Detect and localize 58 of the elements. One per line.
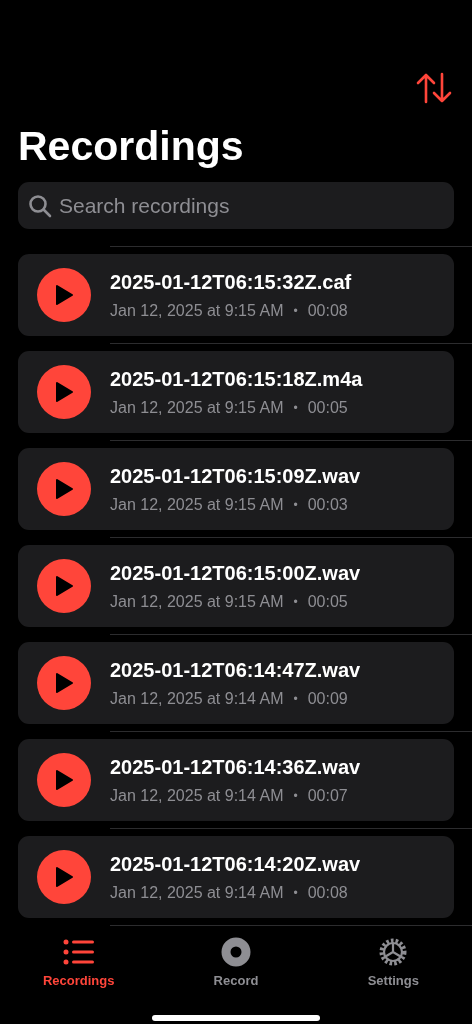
sort-icon[interactable]: [416, 72, 452, 104]
play-button[interactable]: [37, 268, 91, 322]
separator-dot: •: [293, 787, 298, 805]
recording-card[interactable]: 2025-01-12T06:15:00Z.wav Jan 12, 2025 at 9:15 AM • 00:05: [18, 545, 454, 627]
separator-dot: •: [293, 884, 298, 902]
recording-date: Jan 12, 2025 at 9:15 AM: [110, 300, 284, 321]
recording-duration: 00:03: [307, 494, 348, 515]
play-icon: [54, 478, 74, 500]
recording-duration: 00:05: [307, 397, 348, 418]
separator-dot: •: [293, 690, 298, 708]
recording-name: 2025-01-12T06:15:09Z.wav: [110, 463, 361, 488]
separator-dot: •: [293, 399, 298, 417]
play-button[interactable]: [37, 365, 91, 419]
recording-date: Jan 12, 2025 at 9:15 AM: [110, 397, 284, 418]
play-button[interactable]: [37, 753, 91, 807]
recording-date: Jan 12, 2025 at 9:15 AM: [110, 591, 284, 612]
play-icon: [54, 575, 74, 597]
play-icon: [54, 866, 74, 888]
recording-card[interactable]: 2025-01-12T06:15:09Z.wav Jan 12, 2025 at 9:15 AM • 00:03: [18, 448, 454, 530]
recording-date: Jan 12, 2025 at 9:14 AM: [110, 785, 284, 806]
play-icon: [54, 769, 74, 791]
recording-name: 2025-01-12T06:15:18Z.m4a: [110, 366, 363, 391]
play-icon: [54, 672, 74, 694]
separator-dot: •: [293, 302, 298, 320]
recording-card[interactable]: 2025-01-12T06:14:20Z.wav Jan 12, 2025 at 9:14 AM • 00:08: [18, 836, 454, 918]
list-icon: [62, 939, 95, 965]
record-icon: [221, 937, 251, 967]
recording-date: Jan 12, 2025 at 9:15 AM: [110, 494, 284, 515]
recording-name: 2025-01-12T06:15:00Z.wav: [110, 560, 361, 585]
recording-duration: 00:05: [307, 591, 348, 612]
tab-item[interactable]: Settings: [314, 936, 472, 991]
play-button[interactable]: [37, 656, 91, 710]
recording-card[interactable]: 2025-01-12T06:14:47Z.wav Jan 12, 2025 at 9:14 AM • 00:09: [18, 642, 454, 724]
play-button[interactable]: [37, 850, 91, 904]
recording-name: 2025-01-12T06:15:32Z.caf: [110, 269, 352, 294]
search-icon: [28, 194, 52, 218]
separator-dot: •: [293, 496, 298, 514]
page-title: Recordings: [18, 122, 245, 170]
play-button[interactable]: [37, 462, 91, 516]
recording-name: 2025-01-12T06:14:20Z.wav: [110, 851, 361, 876]
search-field[interactable]: Search recordings: [18, 182, 454, 229]
recording-duration: 00:07: [307, 785, 348, 806]
separator-dot: •: [293, 593, 298, 611]
play-button[interactable]: [37, 559, 91, 613]
recording-duration: 00:08: [307, 300, 348, 321]
recording-name: 2025-01-12T06:14:36Z.wav: [110, 754, 361, 779]
recording-date: Jan 12, 2025 at 9:14 AM: [110, 688, 284, 709]
recording-date: Jan 12, 2025 at 9:14 AM: [110, 882, 284, 903]
tab-item[interactable]: Recordings: [0, 936, 158, 991]
recording-duration: 00:09: [307, 688, 348, 709]
recording-card[interactable]: 2025-01-12T06:15:32Z.caf Jan 12, 2025 at 9:15 AM • 00:08: [18, 254, 454, 336]
recording-card[interactable]: 2025-01-12T06:14:36Z.wav Jan 12, 2025 at 9:14 AM • 00:07: [18, 739, 454, 821]
play-icon: [54, 284, 74, 306]
tab-item[interactable]: Record: [157, 936, 315, 991]
recording-card[interactable]: 2025-01-12T06:15:18Z.m4a Jan 12, 2025 at 9:15 AM • 00:05: [18, 351, 454, 433]
recording-duration: 00:08: [307, 882, 348, 903]
play-icon: [54, 381, 74, 403]
recording-name: 2025-01-12T06:14:47Z.wav: [110, 657, 361, 682]
